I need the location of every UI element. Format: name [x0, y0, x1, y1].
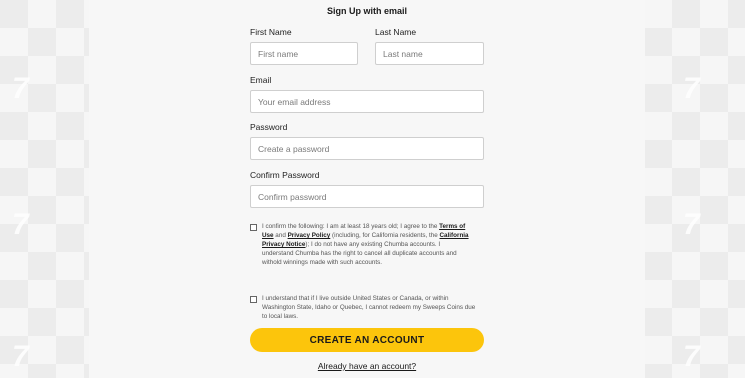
email-label: Email — [250, 75, 272, 85]
form-title: Sign Up with email — [326, 6, 407, 16]
last-name-input[interactable] — [375, 42, 484, 65]
consent-text: (including, for California residents, th… — [330, 232, 440, 239]
confirm-password-input[interactable] — [250, 185, 484, 208]
email-input[interactable] — [250, 90, 484, 113]
age-terms-consent-text: I confirm the following: I am at least 1… — [262, 222, 472, 267]
already-have-account-link[interactable]: Already have an account? — [89, 361, 645, 371]
background-logo-icon: 7 — [683, 72, 700, 105]
location-consent-text: I understand that if I live outside Unit… — [262, 295, 476, 320]
background-logo-icon: 7 — [12, 208, 29, 241]
location-consent-checkbox[interactable] — [250, 296, 257, 303]
password-input[interactable] — [250, 137, 484, 160]
age-terms-checkbox[interactable] — [250, 224, 257, 231]
consent-text: I confirm the following: I am at least 1… — [262, 223, 440, 230]
background-logo-icon: 7 — [683, 208, 700, 241]
confirm-password-label: Confirm Password — [250, 170, 320, 180]
first-name-input[interactable] — [250, 42, 358, 65]
privacy-policy-link[interactable]: Privacy Policy — [288, 232, 331, 239]
consent-text: and — [273, 232, 288, 239]
background-logo-icon: 7 — [683, 340, 700, 373]
signup-panel: Sign Up with email First Name Last Name … — [89, 0, 645, 378]
create-account-button[interactable]: CREATE AN ACCOUNT — [250, 328, 484, 352]
background-logo-icon: 7 — [12, 340, 29, 373]
last-name-label: Last Name — [375, 27, 417, 37]
first-name-label: First Name — [250, 27, 292, 37]
background-logo-icon: 7 — [12, 72, 29, 105]
password-label: Password — [250, 122, 288, 132]
